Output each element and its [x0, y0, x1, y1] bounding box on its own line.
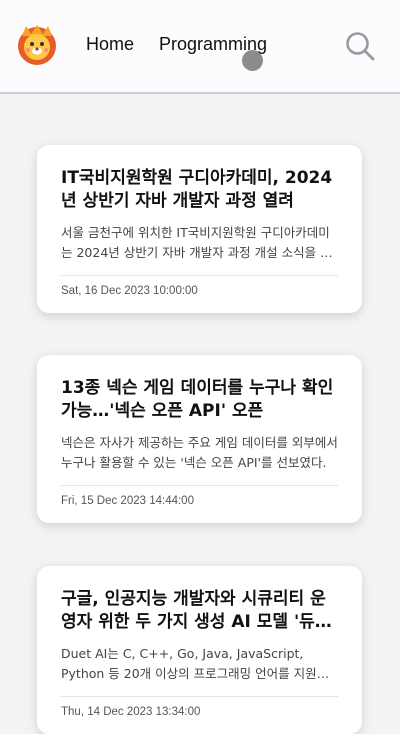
post-date: Thu, 14 Dec 2023 13:34:00 [61, 706, 201, 718]
search-icon[interactable] [344, 30, 376, 62]
touch-cursor-indicator [242, 50, 263, 71]
app-header: Home Programming [0, 0, 400, 94]
post-card[interactable]: 구글, 인공지능 개발자와 시큐리티 운영자 위한 두 가지 생성 AI 모델 … [37, 566, 362, 734]
post-card[interactable]: IT국비지원학원 구디아카데미, 2024년 상반기 자바 개발자 과정 열려 … [37, 145, 362, 313]
post-description: 서울 금천구에 위치한 IT국비지원학원 구디아카데미는 2024년 상반기 자… [61, 225, 332, 260]
post-description: Duet AI는 C, C++, Go, Java, JavaScript, P… [61, 646, 329, 681]
post-title[interactable]: 13종 넥슨 게임 데이터를 누구나 확인 가능…'넥슨 오픈 API' 오픈 [61, 377, 338, 423]
nav-home-link[interactable]: Home [86, 34, 134, 55]
post-description: 넥슨은 자사가 제공하는 주요 게임 데이터를 외부에서 누구나 활용할 수 있… [61, 435, 338, 470]
post-card[interactable]: 13종 넥슨 게임 데이터를 누구나 확인 가능…'넥슨 오픈 API' 오픈 … [37, 355, 362, 523]
post-title[interactable]: 구글, 인공지능 개발자와 시큐리티 운영자 위한 두 가지 생성 AI 모델 … [61, 588, 338, 634]
post-title[interactable]: IT국비지원학원 구디아카데미, 2024년 상반기 자바 개발자 과정 열려 [61, 167, 338, 213]
post-date: Fri, 15 Dec 2023 14:44:00 [61, 495, 194, 507]
post-date: Sat, 16 Dec 2023 10:00:00 [61, 285, 198, 297]
lion-logo-icon[interactable] [16, 24, 58, 66]
